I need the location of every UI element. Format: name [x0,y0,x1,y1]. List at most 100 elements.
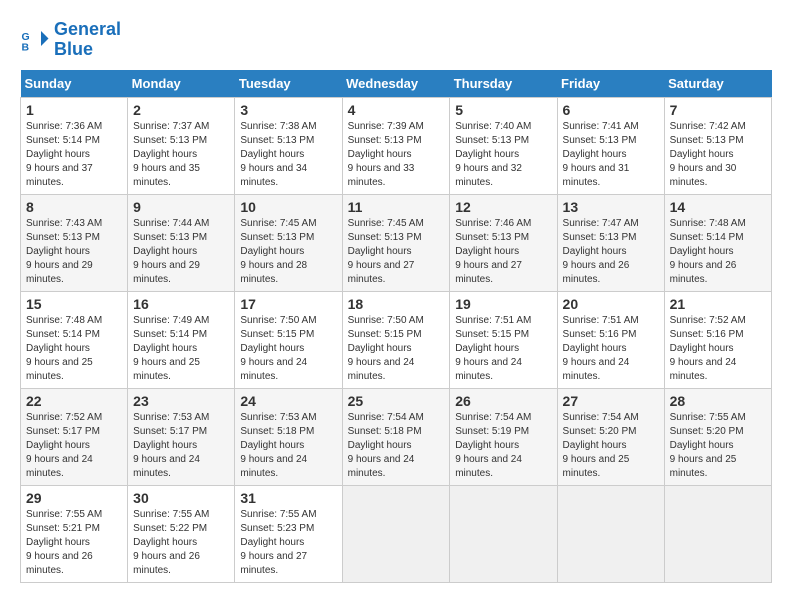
calendar-cell: 6 Sunrise: 7:41 AMSunset: 5:13 PMDayligh… [557,97,664,194]
day-header-monday: Monday [128,70,235,98]
calendar-cell [557,485,664,582]
page-header: G B GeneralBlue [20,20,772,60]
calendar-cell: 5 Sunrise: 7:40 AMSunset: 5:13 PMDayligh… [450,97,557,194]
day-number: 16 [133,296,229,312]
calendar-week-4: 22 Sunrise: 7:52 AMSunset: 5:17 PMDaylig… [21,388,772,485]
calendar-week-5: 29 Sunrise: 7:55 AMSunset: 5:21 PMDaylig… [21,485,772,582]
day-number: 10 [240,199,336,215]
calendar-header-row: SundayMondayTuesdayWednesdayThursdayFrid… [21,70,772,98]
day-number: 8 [26,199,122,215]
calendar-cell: 23 Sunrise: 7:53 AMSunset: 5:17 PMDaylig… [128,388,235,485]
calendar-cell: 11 Sunrise: 7:45 AMSunset: 5:13 PMDaylig… [342,194,450,291]
day-number: 12 [455,199,551,215]
day-number: 22 [26,393,122,409]
day-number: 27 [563,393,659,409]
calendar-cell: 9 Sunrise: 7:44 AMSunset: 5:13 PMDayligh… [128,194,235,291]
day-info: Sunrise: 7:51 AMSunset: 5:15 PMDaylight … [455,314,551,384]
calendar-cell: 29 Sunrise: 7:55 AMSunset: 5:21 PMDaylig… [21,485,128,582]
calendar-cell: 30 Sunrise: 7:55 AMSunset: 5:22 PMDaylig… [128,485,235,582]
day-header-saturday: Saturday [664,70,771,98]
day-number: 19 [455,296,551,312]
day-number: 5 [455,102,551,118]
calendar-cell [664,485,771,582]
calendar-cell: 14 Sunrise: 7:48 AMSunset: 5:14 PMDaylig… [664,194,771,291]
day-header-wednesday: Wednesday [342,70,450,98]
calendar-cell: 13 Sunrise: 7:47 AMSunset: 5:13 PMDaylig… [557,194,664,291]
day-info: Sunrise: 7:50 AMSunset: 5:15 PMDaylight … [348,314,445,384]
calendar-cell: 7 Sunrise: 7:42 AMSunset: 5:13 PMDayligh… [664,97,771,194]
calendar-table: SundayMondayTuesdayWednesdayThursdayFrid… [20,70,772,583]
day-info: Sunrise: 7:47 AMSunset: 5:13 PMDaylight … [563,217,659,287]
day-info: Sunrise: 7:53 AMSunset: 5:18 PMDaylight … [240,411,336,481]
day-header-thursday: Thursday [450,70,557,98]
calendar-cell: 27 Sunrise: 7:54 AMSunset: 5:20 PMDaylig… [557,388,664,485]
calendar-cell: 8 Sunrise: 7:43 AMSunset: 5:13 PMDayligh… [21,194,128,291]
calendar-cell: 18 Sunrise: 7:50 AMSunset: 5:15 PMDaylig… [342,291,450,388]
day-info: Sunrise: 7:38 AMSunset: 5:13 PMDaylight … [240,120,336,190]
day-info: Sunrise: 7:54 AMSunset: 5:20 PMDaylight … [563,411,659,481]
day-info: Sunrise: 7:44 AMSunset: 5:13 PMDaylight … [133,217,229,287]
day-info: Sunrise: 7:40 AMSunset: 5:13 PMDaylight … [455,120,551,190]
day-number: 24 [240,393,336,409]
calendar-cell: 10 Sunrise: 7:45 AMSunset: 5:13 PMDaylig… [235,194,342,291]
day-info: Sunrise: 7:48 AMSunset: 5:14 PMDaylight … [26,314,122,384]
day-number: 14 [670,199,766,215]
calendar-cell: 4 Sunrise: 7:39 AMSunset: 5:13 PMDayligh… [342,97,450,194]
calendar-cell: 26 Sunrise: 7:54 AMSunset: 5:19 PMDaylig… [450,388,557,485]
day-header-tuesday: Tuesday [235,70,342,98]
day-number: 2 [133,102,229,118]
day-number: 4 [348,102,445,118]
day-info: Sunrise: 7:49 AMSunset: 5:14 PMDaylight … [133,314,229,384]
calendar-cell: 17 Sunrise: 7:50 AMSunset: 5:15 PMDaylig… [235,291,342,388]
calendar-cell: 28 Sunrise: 7:55 AMSunset: 5:20 PMDaylig… [664,388,771,485]
calendar-cell: 1 Sunrise: 7:36 AMSunset: 5:14 PMDayligh… [21,97,128,194]
day-number: 3 [240,102,336,118]
day-number: 21 [670,296,766,312]
calendar-cell: 21 Sunrise: 7:52 AMSunset: 5:16 PMDaylig… [664,291,771,388]
day-number: 31 [240,490,336,506]
calendar-cell: 25 Sunrise: 7:54 AMSunset: 5:18 PMDaylig… [342,388,450,485]
day-info: Sunrise: 7:55 AMSunset: 5:21 PMDaylight … [26,508,122,578]
day-header-friday: Friday [557,70,664,98]
day-header-sunday: Sunday [21,70,128,98]
day-number: 6 [563,102,659,118]
day-info: Sunrise: 7:48 AMSunset: 5:14 PMDaylight … [670,217,766,287]
day-info: Sunrise: 7:37 AMSunset: 5:13 PMDaylight … [133,120,229,190]
svg-text:B: B [22,41,30,53]
day-info: Sunrise: 7:55 AMSunset: 5:20 PMDaylight … [670,411,766,481]
day-number: 18 [348,296,445,312]
day-info: Sunrise: 7:53 AMSunset: 5:17 PMDaylight … [133,411,229,481]
calendar-cell: 24 Sunrise: 7:53 AMSunset: 5:18 PMDaylig… [235,388,342,485]
calendar-cell: 3 Sunrise: 7:38 AMSunset: 5:13 PMDayligh… [235,97,342,194]
day-number: 15 [26,296,122,312]
day-info: Sunrise: 7:41 AMSunset: 5:13 PMDaylight … [563,120,659,190]
day-info: Sunrise: 7:55 AMSunset: 5:22 PMDaylight … [133,508,229,578]
calendar-cell [342,485,450,582]
day-info: Sunrise: 7:52 AMSunset: 5:17 PMDaylight … [26,411,122,481]
day-info: Sunrise: 7:55 AMSunset: 5:23 PMDaylight … [240,508,336,578]
day-info: Sunrise: 7:45 AMSunset: 5:13 PMDaylight … [240,217,336,287]
calendar-cell: 20 Sunrise: 7:51 AMSunset: 5:16 PMDaylig… [557,291,664,388]
day-info: Sunrise: 7:45 AMSunset: 5:13 PMDaylight … [348,217,445,287]
day-info: Sunrise: 7:54 AMSunset: 5:18 PMDaylight … [348,411,445,481]
day-info: Sunrise: 7:52 AMSunset: 5:16 PMDaylight … [670,314,766,384]
calendar-body: 1 Sunrise: 7:36 AMSunset: 5:14 PMDayligh… [21,97,772,582]
calendar-cell: 15 Sunrise: 7:48 AMSunset: 5:14 PMDaylig… [21,291,128,388]
day-number: 26 [455,393,551,409]
logo-text: GeneralBlue [54,20,121,60]
day-number: 9 [133,199,229,215]
calendar-week-1: 1 Sunrise: 7:36 AMSunset: 5:14 PMDayligh… [21,97,772,194]
day-number: 1 [26,102,122,118]
day-info: Sunrise: 7:39 AMSunset: 5:13 PMDaylight … [348,120,445,190]
day-info: Sunrise: 7:46 AMSunset: 5:13 PMDaylight … [455,217,551,287]
day-info: Sunrise: 7:50 AMSunset: 5:15 PMDaylight … [240,314,336,384]
day-info: Sunrise: 7:54 AMSunset: 5:19 PMDaylight … [455,411,551,481]
logo-icon: G B [20,25,50,55]
calendar-week-2: 8 Sunrise: 7:43 AMSunset: 5:13 PMDayligh… [21,194,772,291]
day-number: 13 [563,199,659,215]
day-info: Sunrise: 7:43 AMSunset: 5:13 PMDaylight … [26,217,122,287]
calendar-week-3: 15 Sunrise: 7:48 AMSunset: 5:14 PMDaylig… [21,291,772,388]
day-number: 30 [133,490,229,506]
day-number: 28 [670,393,766,409]
calendar-cell [450,485,557,582]
